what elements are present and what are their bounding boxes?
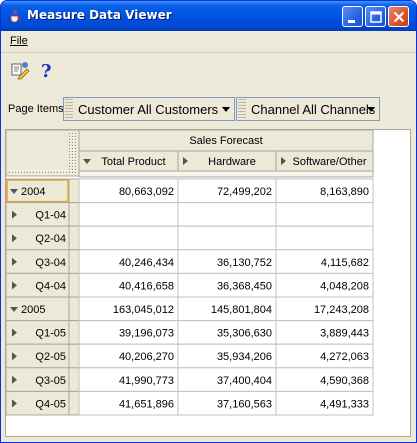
row-grip [68, 320, 80, 345]
row-grip [68, 343, 80, 369]
data-cell-value: 39,196,073 [119, 328, 174, 340]
row-grip [68, 367, 80, 392]
data-cell-value: 3,889,443 [320, 328, 369, 340]
drag-grip-icon[interactable] [69, 132, 77, 174]
data-cell-value: 41,651,896 [119, 398, 174, 410]
row-header-label: Q2-04 [35, 233, 66, 245]
column-header-label: Hardware [208, 156, 256, 168]
crosstab-grid[interactable]: Sales Forecast Total Product Hardware Softw… [5, 129, 411, 437]
data-cell-value: 4,491,333 [320, 398, 369, 410]
measure-header-label: Sales Forecast [189, 135, 262, 147]
row-header-label: 2005 [21, 304, 45, 316]
corner-header [6, 130, 80, 177]
data-cell[interactable] [177, 202, 277, 227]
data-cell[interactable] [275, 202, 374, 227]
close-icon [393, 11, 405, 23]
edit-query-icon[interactable] [10, 60, 30, 80]
page-items-label: Page Items [8, 103, 64, 115]
row-grip [68, 296, 80, 322]
page-items-bar: Page Items Customer All Customers Channe… [1, 89, 416, 125]
row-grip [68, 202, 80, 227]
data-cell-value: 40,416,658 [119, 280, 174, 292]
data-cell[interactable] [78, 202, 179, 227]
column-header-label: Total Product [101, 156, 165, 168]
maximize-button[interactable] [365, 6, 386, 27]
row-header-label: Q3-05 [35, 375, 66, 387]
data-cell-value: 4,048,208 [320, 280, 369, 292]
maximize-icon [370, 11, 382, 23]
data-cell-value: 4,115,682 [321, 257, 369, 269]
data-cell-value: 145,801,804 [211, 304, 272, 316]
data-cell-value: 35,306,630 [217, 328, 272, 340]
crosstab-svg: Sales Forecast Total Product Hardware Softw… [6, 130, 374, 416]
data-cell-value: 35,934,206 [217, 351, 272, 363]
channel-dropdown[interactable]: Channel All Channels [236, 97, 380, 121]
header-spacer [78, 170, 374, 178]
customer-dropdown-value: Customer All Customers [78, 102, 219, 117]
row-header-label: Q4-04 [35, 280, 66, 292]
row-grip [68, 249, 80, 274]
data-cell-value: 41,990,773 [119, 375, 174, 387]
channel-dropdown-value: Channel All Channels [251, 102, 376, 117]
title-bar[interactable]: Measure Data Viewer [1, 1, 416, 31]
data-cell-value: 37,400,404 [217, 375, 272, 387]
data-cell[interactable] [78, 225, 179, 251]
data-cell-value: 163,045,012 [113, 304, 174, 316]
row-grip [68, 390, 80, 416]
data-cell[interactable] [177, 225, 277, 251]
chevron-down-icon [222, 107, 230, 112]
row-header-label: Q3-04 [35, 257, 66, 269]
column-header-label: Software/Other [293, 156, 367, 168]
row-header-label: Q4-05 [35, 398, 66, 410]
row-header-label: Q1-05 [35, 328, 66, 340]
data-cell-value: 8,163,890 [320, 186, 369, 198]
data-cell-value: 80,663,092 [119, 186, 174, 198]
customer-dropdown[interactable]: Customer All Customers [63, 97, 235, 121]
menu-file[interactable]: File [10, 35, 28, 47]
menu-file-label: File [10, 35, 28, 47]
data-cell-value: 40,206,270 [119, 351, 174, 363]
window: Measure Data Viewer File ? Page Items Cu… [0, 0, 417, 443]
menu-bar: File [1, 31, 416, 51]
data-cell-value: 36,130,752 [217, 257, 272, 269]
row-grip [68, 272, 80, 298]
data-cell-value: 4,272,063 [320, 351, 369, 363]
java-cup-icon [10, 9, 21, 23]
data-cell-value: 4,590,368 [320, 375, 369, 387]
minimize-button[interactable] [342, 6, 363, 27]
window-title: Measure Data Viewer [27, 8, 172, 22]
row-header-label: 2004 [21, 186, 45, 198]
data-cell-value: 37,160,563 [217, 398, 272, 410]
data-cell[interactable] [275, 225, 374, 251]
help-glyph: ? [41, 61, 52, 80]
chevron-down-icon [367, 107, 375, 112]
close-button[interactable] [388, 6, 409, 27]
help-icon[interactable]: ? [37, 60, 57, 80]
drag-grip-icon[interactable] [65, 99, 73, 119]
data-cell-value: 40,246,434 [119, 257, 174, 269]
toolbar: ? [1, 52, 416, 84]
minimize-icon [348, 20, 355, 23]
drag-grip-icon[interactable] [8, 170, 68, 175]
data-cell-value: 36,368,450 [217, 280, 272, 292]
data-cell-value: 72,499,202 [217, 186, 272, 198]
row-header-label: Q1-04 [35, 210, 66, 222]
drag-grip-icon[interactable] [238, 99, 246, 119]
row-grip [68, 178, 80, 204]
row-grip [68, 225, 80, 251]
data-cell-value: 17,243,208 [314, 304, 369, 316]
row-header-label: Q2-05 [35, 351, 66, 363]
